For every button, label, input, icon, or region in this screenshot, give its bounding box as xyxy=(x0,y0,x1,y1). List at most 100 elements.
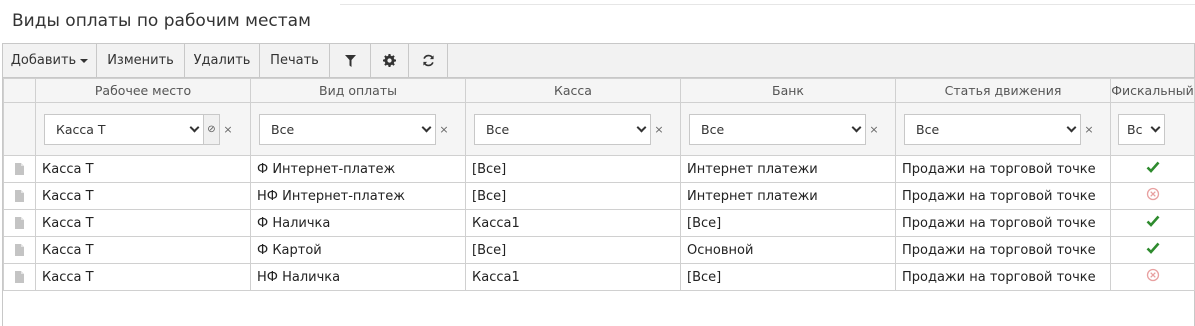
cell-workplace: Касса Т xyxy=(35,182,251,210)
bank-filter-select[interactable]: Все xyxy=(689,113,866,145)
row-icon-cell xyxy=(3,263,36,291)
cashbox-filter-clear-button[interactable]: × xyxy=(651,123,667,136)
cell-bank: Интернет платежи xyxy=(680,155,896,183)
workplace-filter-value: Касса Т xyxy=(56,121,106,137)
fiscal-filter-select[interactable]: Вс xyxy=(1118,113,1165,145)
filter-cell-fiscal: Вс xyxy=(1110,102,1195,156)
cell-movement: Продажи на торговой точке xyxy=(895,236,1111,264)
chevron-down-icon xyxy=(186,115,203,144)
page-title: Виды оплаты по рабочим местам xyxy=(12,11,311,31)
delete-button[interactable]: Удалить xyxy=(185,44,260,77)
cross-circle-icon xyxy=(1146,268,1159,282)
cell-fiscal xyxy=(1110,236,1195,264)
cell-workplace: Касса Т xyxy=(35,263,251,291)
table-row[interactable]: Касса Т НФ Наличка Касса1 [Все] Продажи … xyxy=(3,263,1195,291)
cell-cashbox: [Все] xyxy=(465,155,681,183)
filter-cell-payment-type: Все × xyxy=(250,102,466,156)
bank-filter-value: Все xyxy=(701,121,725,137)
table-row[interactable]: Касса Т Ф Картой [Все] Основной Продажи … xyxy=(3,236,1195,264)
print-button[interactable]: Печать xyxy=(260,44,330,77)
caret-down-icon xyxy=(80,58,89,63)
chevron-down-icon xyxy=(1147,115,1164,144)
add-button[interactable]: Добавить xyxy=(3,44,97,77)
column-header-bank[interactable]: Банк xyxy=(680,78,896,103)
gear-icon xyxy=(383,54,396,67)
row-icon-cell xyxy=(3,236,36,264)
cell-bank: Основной xyxy=(680,236,896,264)
cell-movement: Продажи на торговой точке xyxy=(895,182,1111,210)
cell-cashbox: [Все] xyxy=(465,182,681,210)
payment-type-filter-select[interactable]: Все xyxy=(259,113,436,145)
cell-workplace: Касса Т xyxy=(35,236,251,264)
movement-filter-clear-button[interactable]: × xyxy=(1081,123,1097,136)
check-icon xyxy=(1146,215,1159,227)
cashbox-filter-select[interactable]: Все xyxy=(474,113,651,145)
settings-button[interactable] xyxy=(371,44,409,77)
workplace-filter-clear-button[interactable]: × xyxy=(220,123,236,136)
cell-fiscal xyxy=(1110,182,1195,210)
refresh-button[interactable] xyxy=(409,44,448,77)
grid-panel: Добавить Изменить Удалить Печать Рабочее… xyxy=(2,43,1195,326)
column-header-cashbox[interactable]: Касса xyxy=(465,78,681,103)
edit-button[interactable]: Изменить xyxy=(97,44,185,77)
chevron-down-icon xyxy=(418,115,435,144)
payment-type-filter-clear-button[interactable]: × xyxy=(436,123,452,136)
filter-icon xyxy=(344,54,356,67)
cross-circle-icon xyxy=(1146,187,1159,201)
cell-fiscal xyxy=(1110,155,1195,183)
title-rule xyxy=(340,0,1195,5)
table-row[interactable]: Касса Т Ф Интернет-платеж [Все] Интернет… xyxy=(3,155,1195,183)
column-header-fiscal[interactable]: Фискальный xyxy=(1110,78,1195,103)
cell-workplace: Касса Т xyxy=(35,155,251,183)
cell-movement: Продажи на торговой точке xyxy=(895,155,1111,183)
document-icon xyxy=(15,217,24,229)
cell-payment-type: НФ Интернет-платеж xyxy=(250,182,466,210)
bank-filter-clear-button[interactable]: × xyxy=(866,123,882,136)
document-icon xyxy=(15,190,24,202)
row-icon-cell xyxy=(3,182,36,210)
column-header-workplace[interactable]: Рабочее место xyxy=(35,78,251,103)
cell-bank: [Все] xyxy=(680,209,896,237)
document-icon xyxy=(15,244,24,256)
document-icon xyxy=(15,271,24,283)
check-icon xyxy=(1146,242,1159,254)
chevron-down-icon xyxy=(633,115,650,144)
movement-filter-select[interactable]: Все xyxy=(904,113,1081,145)
cashbox-filter-value: Все xyxy=(486,121,510,137)
cell-payment-type: НФ Наличка xyxy=(250,263,466,291)
row-icon-cell xyxy=(3,209,36,237)
cell-payment-type: Ф Картой xyxy=(250,236,466,264)
cell-workplace: Касса Т xyxy=(35,209,251,237)
cell-fiscal xyxy=(1110,263,1195,291)
filter-cell-workplace: Касса Т ⊘ × xyxy=(35,102,251,156)
cell-cashbox: [Все] xyxy=(465,236,681,264)
cell-cashbox: Касса1 xyxy=(465,263,681,291)
cell-movement: Продажи на торговой точке xyxy=(895,209,1111,237)
cell-bank: Интернет платежи xyxy=(680,182,896,210)
cell-fiscal xyxy=(1110,209,1195,237)
toolbar: Добавить Изменить Удалить Печать xyxy=(3,43,1194,78)
cell-payment-type: Ф Интернет-платеж xyxy=(250,155,466,183)
column-header-movement[interactable]: Статья движения xyxy=(895,78,1111,103)
filter-icon-cell xyxy=(3,102,36,156)
cell-movement: Продажи на торговой точке xyxy=(895,263,1111,291)
cell-bank: [Все] xyxy=(680,263,896,291)
cell-payment-type: Ф Наличка xyxy=(250,209,466,237)
document-icon xyxy=(15,163,24,175)
chevron-down-icon xyxy=(848,115,865,144)
filter-button[interactable] xyxy=(330,44,371,77)
workplace-filter-extra-button[interactable]: ⊘ xyxy=(204,113,220,145)
payment-types-table: Рабочее место Вид оплаты Касса Банк Стат… xyxy=(3,78,1195,291)
check-icon xyxy=(1146,161,1159,173)
filter-cell-movement: Все × xyxy=(895,102,1111,156)
payment-type-filter-value: Все xyxy=(271,121,295,137)
header-row: Рабочее место Вид оплаты Касса Банк Стат… xyxy=(3,78,1195,103)
workplace-filter-select[interactable]: Касса Т xyxy=(44,113,204,145)
add-button-label: Добавить xyxy=(10,53,77,68)
cell-cashbox: Касса1 xyxy=(465,209,681,237)
filter-cell-bank: Все × xyxy=(680,102,896,156)
table-row[interactable]: Касса Т Ф Наличка Касса1 [Все] Продажи н… xyxy=(3,209,1195,237)
column-header-payment-type[interactable]: Вид оплаты xyxy=(250,78,466,103)
table-row[interactable]: Касса Т НФ Интернет-платеж [Все] Интерне… xyxy=(3,182,1195,210)
filter-cell-cashbox: Все × xyxy=(465,102,681,156)
